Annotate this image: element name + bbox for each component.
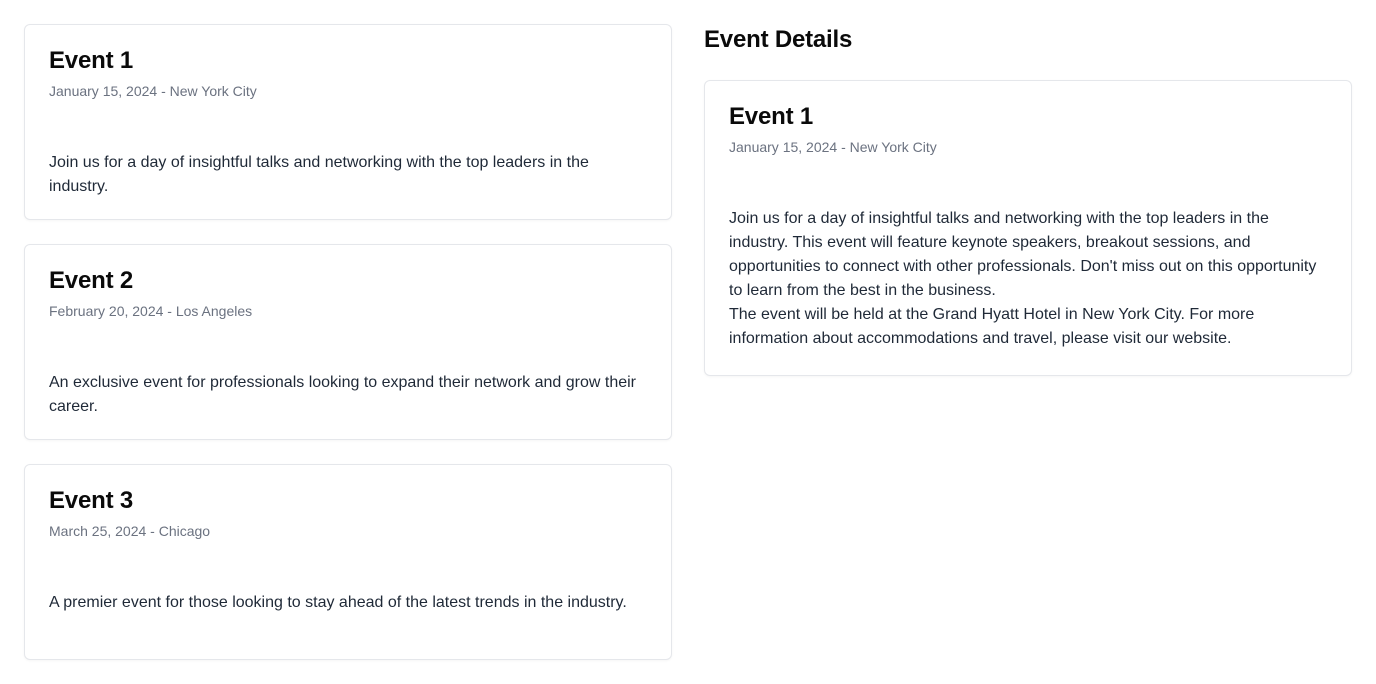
event-details-date-location: January 15, 2024 - New York City — [729, 139, 937, 155]
event-card-2[interactable]: Event 2 February 20, 2024 - Los Angeles … — [24, 244, 672, 440]
event-description: Join us for a day of insightful talks an… — [49, 154, 589, 195]
event-details-panel: Event Details Event 1 January 15, 2024 -… — [704, 24, 1352, 376]
event-details-description: Join us for a day of insightful talks an… — [729, 207, 1327, 351]
event-title: Event 3 — [49, 487, 133, 514]
event-details-title: Event 1 — [729, 103, 813, 130]
event-list: Event 1 January 15, 2024 - New York City… — [24, 24, 672, 684]
event-title: Event 1 — [49, 47, 133, 74]
event-details-heading: Event Details — [704, 26, 853, 53]
event-card-3[interactable]: Event 3 March 25, 2024 - Chicago A premi… — [24, 464, 672, 660]
event-date-location: February 20, 2024 - Los Angeles — [49, 303, 253, 319]
event-details-card: Event 1 January 15, 2024 - New York City… — [704, 80, 1352, 376]
event-details-paragraph-1: Join us for a day of insightful talks an… — [729, 210, 1317, 299]
event-card-1[interactable]: Event 1 January 15, 2024 - New York City… — [24, 24, 672, 220]
event-date-location: March 25, 2024 - Chicago — [49, 523, 211, 539]
event-description: An exclusive event for professionals loo… — [49, 374, 636, 415]
page: Event 1 January 15, 2024 - New York City… — [0, 0, 1376, 684]
event-title: Event 2 — [49, 267, 133, 294]
event-date-location: January 15, 2024 - New York City — [49, 83, 257, 99]
event-details-paragraph-2: The event will be held at the Grand Hyat… — [729, 306, 1255, 347]
event-description: A premier event for those looking to sta… — [49, 594, 627, 611]
